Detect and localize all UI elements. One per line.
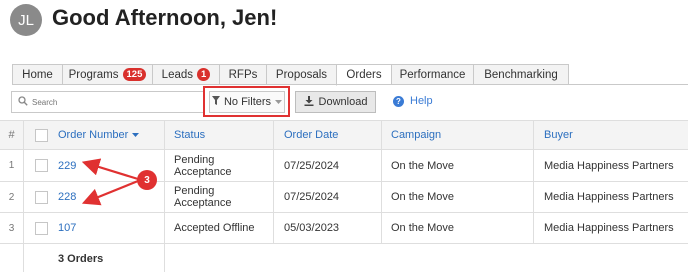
- download-label: Download: [318, 96, 368, 108]
- tab-divider: [12, 84, 688, 85]
- tab-rfps[interactable]: RFPs: [219, 64, 266, 85]
- help-icon: ?: [393, 95, 404, 107]
- campaign-cell: On the Move: [382, 213, 534, 243]
- download-button[interactable]: Download: [295, 91, 376, 113]
- tab-label: Performance: [399, 68, 466, 81]
- filter-label: No Filters: [223, 96, 272, 108]
- filter-icon: [211, 96, 220, 108]
- buyer-cell: Media Happiness Partners: [544, 222, 674, 234]
- sort-down-icon: [132, 129, 140, 141]
- tab-bar: Home Programs 125 Leads 1 RFPs Proposals…: [12, 64, 569, 86]
- status-cell: Pending Acceptance: [165, 150, 274, 181]
- search-box[interactable]: [11, 91, 205, 113]
- order-date-cell: 07/25/2024: [274, 182, 382, 212]
- help-link[interactable]: ? Help: [393, 95, 433, 107]
- column-header-campaign[interactable]: Campaign: [382, 121, 534, 149]
- status-cell: Pending Acceptance: [165, 182, 274, 212]
- footer-spacer: [165, 244, 688, 272]
- select-all-checkbox[interactable]: [34, 128, 48, 142]
- column-header-status[interactable]: Status: [165, 121, 274, 149]
- order-number-cell: 107: [58, 213, 165, 243]
- order-number-link[interactable]: 228: [58, 191, 76, 203]
- buyer-cell: Media Happiness Partners: [544, 159, 674, 172]
- tab-label: RFPs: [228, 68, 258, 81]
- chevron-down-icon: [275, 96, 283, 108]
- column-header-index: #: [0, 121, 24, 149]
- table-header: # Order Number Status Order Date Campaig…: [0, 120, 688, 150]
- row-index: 1: [0, 150, 24, 181]
- tab-orders[interactable]: Orders: [336, 64, 391, 86]
- order-number-link[interactable]: 107: [58, 222, 76, 234]
- tab-label: Proposals: [275, 68, 328, 81]
- column-header-order-number[interactable]: Order Number: [58, 121, 165, 149]
- column-header-buyer[interactable]: Buyer: [534, 121, 688, 149]
- search-input[interactable]: [32, 97, 182, 107]
- tab-label: Leads: [161, 68, 194, 81]
- row-select-cell: [24, 150, 58, 181]
- tab-proposals[interactable]: Proposals: [266, 64, 336, 85]
- tab-benchmarking[interactable]: Benchmarking: [473, 64, 569, 85]
- buyer-cell: Media Happiness Partners: [544, 191, 674, 203]
- table-footer: 3 Orders: [0, 244, 688, 272]
- tab-label: Home: [22, 68, 53, 81]
- order-date-cell: 05/03/2023: [274, 213, 382, 243]
- row-checkbox[interactable]: [34, 159, 48, 172]
- status-cell: Accepted Offline: [165, 213, 274, 243]
- filter-dropdown[interactable]: No Filters: [209, 91, 285, 113]
- step-marker: 3: [137, 170, 157, 190]
- footer-spacer: [24, 244, 58, 272]
- order-date-cell: 07/25/2024: [274, 150, 382, 181]
- order-number-link[interactable]: 229: [58, 160, 76, 172]
- column-header-order-date[interactable]: Order Date: [274, 121, 382, 149]
- table-row: 2 228 Pending Acceptance 07/25/2024 On t…: [0, 182, 688, 213]
- download-icon: [304, 95, 314, 109]
- avatar[interactable]: JL: [10, 4, 42, 36]
- footer-index-cell: [0, 244, 24, 272]
- tab-label: Orders: [346, 69, 382, 81]
- row-checkbox[interactable]: [34, 190, 48, 204]
- search-icon: [18, 93, 28, 111]
- row-select-cell: [24, 182, 58, 212]
- row-checkbox[interactable]: [34, 221, 48, 235]
- table-row: 3 107 Accepted Offline 05/03/2023 On the…: [0, 213, 688, 244]
- tab-performance[interactable]: Performance: [391, 64, 473, 85]
- page-title: Good Afternoon, Jen!: [52, 5, 278, 30]
- tab-label: Programs: [68, 68, 119, 81]
- row-index: 2: [0, 182, 24, 212]
- tab-home[interactable]: Home: [12, 64, 62, 85]
- count-badge: 125: [122, 68, 147, 81]
- table-row: 1 229 Pending Acceptance 07/25/2024 On t…: [0, 150, 688, 182]
- tab-label: Benchmarking: [484, 68, 558, 81]
- tab-programs[interactable]: Programs 125: [62, 64, 152, 85]
- row-select-cell: [24, 213, 58, 243]
- campaign-cell: On the Move: [382, 150, 534, 181]
- select-all-cell: [24, 121, 58, 149]
- row-index: 3: [0, 213, 24, 243]
- order-count: 3 Orders: [58, 244, 165, 272]
- campaign-cell: On the Move: [382, 182, 534, 212]
- column-header-label: Order Number: [58, 129, 129, 141]
- tab-leads[interactable]: Leads 1: [152, 64, 219, 85]
- count-badge: 1: [197, 68, 211, 81]
- help-label: Help: [410, 95, 433, 107]
